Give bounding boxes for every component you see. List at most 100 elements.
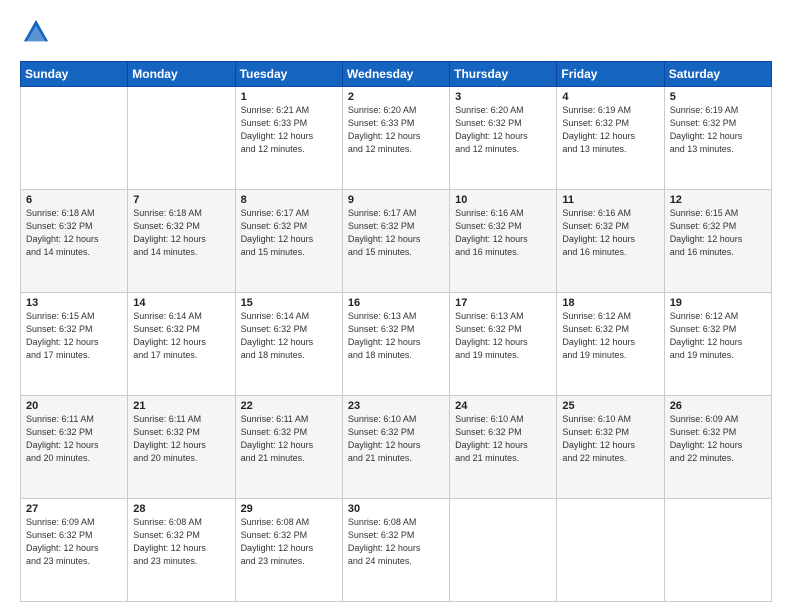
calendar-cell [557,499,664,602]
day-number: 2 [348,91,444,103]
page: SundayMondayTuesdayWednesdayThursdayFrid… [0,0,792,612]
calendar-body: 1Sunrise: 6:21 AMSunset: 6:33 PMDaylight… [21,87,772,602]
day-number: 7 [133,194,229,206]
logo-icon [22,18,50,46]
calendar-cell: 28Sunrise: 6:08 AMSunset: 6:32 PMDayligh… [128,499,235,602]
day-info: Sunrise: 6:08 AMSunset: 6:32 PMDaylight:… [348,516,444,568]
week-row-3: 13Sunrise: 6:15 AMSunset: 6:32 PMDayligh… [21,293,772,396]
day-number: 3 [455,91,551,103]
day-info: Sunrise: 6:09 AMSunset: 6:32 PMDaylight:… [26,516,122,568]
day-number: 23 [348,400,444,412]
day-number: 18 [562,297,658,309]
week-row-5: 27Sunrise: 6:09 AMSunset: 6:32 PMDayligh… [21,499,772,602]
calendar-cell: 17Sunrise: 6:13 AMSunset: 6:32 PMDayligh… [450,293,557,396]
calendar-cell: 8Sunrise: 6:17 AMSunset: 6:32 PMDaylight… [235,190,342,293]
day-number: 24 [455,400,551,412]
calendar-cell: 20Sunrise: 6:11 AMSunset: 6:32 PMDayligh… [21,396,128,499]
day-number: 15 [241,297,337,309]
day-info: Sunrise: 6:11 AMSunset: 6:32 PMDaylight:… [133,413,229,465]
day-number: 8 [241,194,337,206]
calendar-cell: 26Sunrise: 6:09 AMSunset: 6:32 PMDayligh… [664,396,771,499]
day-info: Sunrise: 6:16 AMSunset: 6:32 PMDaylight:… [562,207,658,259]
calendar-cell: 5Sunrise: 6:19 AMSunset: 6:32 PMDaylight… [664,87,771,190]
day-number: 5 [670,91,766,103]
calendar-cell: 21Sunrise: 6:11 AMSunset: 6:32 PMDayligh… [128,396,235,499]
day-number: 29 [241,503,337,515]
day-info: Sunrise: 6:18 AMSunset: 6:32 PMDaylight:… [133,207,229,259]
day-info: Sunrise: 6:08 AMSunset: 6:32 PMDaylight:… [241,516,337,568]
week-row-2: 6Sunrise: 6:18 AMSunset: 6:32 PMDaylight… [21,190,772,293]
calendar-cell: 14Sunrise: 6:14 AMSunset: 6:32 PMDayligh… [128,293,235,396]
day-info: Sunrise: 6:12 AMSunset: 6:32 PMDaylight:… [670,310,766,362]
day-info: Sunrise: 6:15 AMSunset: 6:32 PMDaylight:… [26,310,122,362]
day-number: 30 [348,503,444,515]
day-info: Sunrise: 6:10 AMSunset: 6:32 PMDaylight:… [455,413,551,465]
calendar-cell: 23Sunrise: 6:10 AMSunset: 6:32 PMDayligh… [342,396,449,499]
calendar-cell: 19Sunrise: 6:12 AMSunset: 6:32 PMDayligh… [664,293,771,396]
day-number: 26 [670,400,766,412]
day-info: Sunrise: 6:18 AMSunset: 6:32 PMDaylight:… [26,207,122,259]
day-number: 10 [455,194,551,206]
day-number: 21 [133,400,229,412]
header-cell-saturday: Saturday [664,62,771,87]
day-info: Sunrise: 6:20 AMSunset: 6:33 PMDaylight:… [348,104,444,156]
calendar-cell [664,499,771,602]
day-number: 13 [26,297,122,309]
header-cell-wednesday: Wednesday [342,62,449,87]
day-number: 4 [562,91,658,103]
header-cell-friday: Friday [557,62,664,87]
logo [20,18,54,51]
day-info: Sunrise: 6:19 AMSunset: 6:32 PMDaylight:… [562,104,658,156]
day-number: 27 [26,503,122,515]
day-info: Sunrise: 6:12 AMSunset: 6:32 PMDaylight:… [562,310,658,362]
day-number: 17 [455,297,551,309]
day-info: Sunrise: 6:13 AMSunset: 6:32 PMDaylight:… [348,310,444,362]
calendar-cell: 4Sunrise: 6:19 AMSunset: 6:32 PMDaylight… [557,87,664,190]
calendar-cell: 3Sunrise: 6:20 AMSunset: 6:32 PMDaylight… [450,87,557,190]
calendar-cell [21,87,128,190]
day-info: Sunrise: 6:21 AMSunset: 6:33 PMDaylight:… [241,104,337,156]
header-row: SundayMondayTuesdayWednesdayThursdayFrid… [21,62,772,87]
header-cell-sunday: Sunday [21,62,128,87]
day-number: 12 [670,194,766,206]
day-info: Sunrise: 6:13 AMSunset: 6:32 PMDaylight:… [455,310,551,362]
calendar-cell: 10Sunrise: 6:16 AMSunset: 6:32 PMDayligh… [450,190,557,293]
day-info: Sunrise: 6:14 AMSunset: 6:32 PMDaylight:… [133,310,229,362]
calendar-cell: 25Sunrise: 6:10 AMSunset: 6:32 PMDayligh… [557,396,664,499]
calendar-cell [128,87,235,190]
calendar-cell: 27Sunrise: 6:09 AMSunset: 6:32 PMDayligh… [21,499,128,602]
day-info: Sunrise: 6:15 AMSunset: 6:32 PMDaylight:… [670,207,766,259]
calendar-cell: 18Sunrise: 6:12 AMSunset: 6:32 PMDayligh… [557,293,664,396]
header [20,18,772,51]
day-info: Sunrise: 6:10 AMSunset: 6:32 PMDaylight:… [562,413,658,465]
day-number: 25 [562,400,658,412]
day-number: 20 [26,400,122,412]
day-number: 6 [26,194,122,206]
calendar-cell: 1Sunrise: 6:21 AMSunset: 6:33 PMDaylight… [235,87,342,190]
day-number: 16 [348,297,444,309]
header-cell-tuesday: Tuesday [235,62,342,87]
day-info: Sunrise: 6:14 AMSunset: 6:32 PMDaylight:… [241,310,337,362]
calendar-cell: 29Sunrise: 6:08 AMSunset: 6:32 PMDayligh… [235,499,342,602]
day-info: Sunrise: 6:11 AMSunset: 6:32 PMDaylight:… [241,413,337,465]
day-number: 11 [562,194,658,206]
calendar-cell: 22Sunrise: 6:11 AMSunset: 6:32 PMDayligh… [235,396,342,499]
day-info: Sunrise: 6:17 AMSunset: 6:32 PMDaylight:… [348,207,444,259]
calendar-cell: 7Sunrise: 6:18 AMSunset: 6:32 PMDaylight… [128,190,235,293]
day-number: 9 [348,194,444,206]
calendar-header: SundayMondayTuesdayWednesdayThursdayFrid… [21,62,772,87]
calendar-cell: 9Sunrise: 6:17 AMSunset: 6:32 PMDaylight… [342,190,449,293]
week-row-4: 20 Sunrise: 6:11 AMSunset: 6:32 PMDayligh… [21,396,772,499]
day-number: 1 [241,91,337,103]
day-info: Sunrise: 6:19 AMSunset: 6:32 PMDaylight:… [670,104,766,156]
calendar-cell: 11Sunrise: 6:16 AMSunset: 6:32 PMDayligh… [557,190,664,293]
calendar-cell: 30Sunrise: 6:08 AMSunset: 6:32 PMDayligh… [342,499,449,602]
calendar-cell: 6Sunrise: 6:18 AMSunset: 6:32 PMDaylight… [21,190,128,293]
day-number: 22 [241,400,337,412]
day-info: Sunrise: 6:09 AMSunset: 6:32 PMDaylight:… [670,413,766,465]
day-number: 19 [670,297,766,309]
header-cell-monday: Monday [128,62,235,87]
calendar-cell: 15Sunrise: 6:14 AMSunset: 6:32 PMDayligh… [235,293,342,396]
calendar-cell: 16Sunrise: 6:13 AMSunset: 6:32 PMDayligh… [342,293,449,396]
calendar-cell: 12Sunrise: 6:15 AMSunset: 6:32 PMDayligh… [664,190,771,293]
